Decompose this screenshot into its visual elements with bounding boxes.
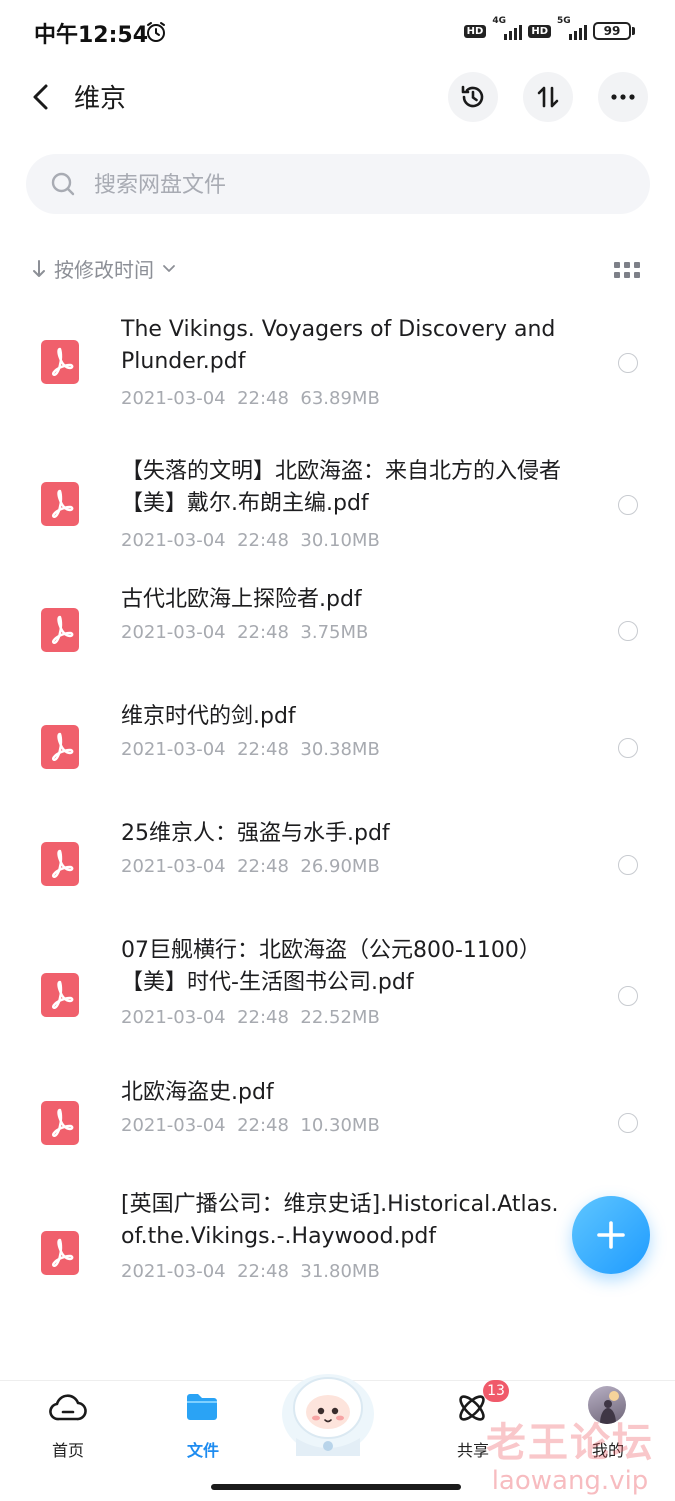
select-radio[interactable]: [618, 986, 638, 1006]
select-radio[interactable]: [618, 353, 638, 373]
signal-5g-icon: 5G: [557, 16, 587, 42]
pdf-file-icon: [41, 842, 79, 886]
select-radio[interactable]: [618, 738, 638, 758]
battery-level: 99: [593, 22, 631, 40]
pdf-file-icon: [41, 1231, 79, 1275]
pdf-file-icon: [41, 340, 79, 384]
more-button[interactable]: [598, 72, 648, 122]
folder-icon: [187, 1394, 217, 1420]
file-name: 【失落的文明】北欧海盗：来自北方的入侵者【美】戴尔.布朗主编.pdf: [121, 459, 562, 516]
file-row[interactable]: 北欧海盗史.pdf 2021-03-04 22:48 10.30MB: [0, 1080, 675, 1185]
nav-files[interactable]: 文件: [153, 1381, 253, 1471]
signal-4g-icon: 4G: [492, 16, 523, 42]
status-time: 中午12:54: [34, 23, 149, 48]
grid-view-toggle[interactable]: [614, 262, 640, 278]
home-indicator[interactable]: [211, 1484, 461, 1490]
battery-icon: 99: [593, 22, 635, 40]
file-name: The Vikings. Voyagers of Discovery and P…: [121, 317, 556, 374]
file-row[interactable]: 25维京人：强盗与水手.pdf 2021-03-04 22:48 26.90MB: [0, 818, 675, 935]
file-row[interactable]: 维京时代的剑.pdf 2021-03-04 22:48 30.38MB: [0, 701, 675, 818]
sort-label: 按修改时间: [54, 258, 154, 282]
watermark-url: laowang.vip: [491, 1466, 649, 1496]
nav-files-label: 文件: [186, 1441, 219, 1460]
search-icon: [51, 172, 75, 196]
file-row[interactable]: 古代北欧海上探险者.pdf 2021-03-04 22:48 3.75MB: [0, 584, 675, 701]
pdf-file-icon: [41, 608, 79, 652]
arrow-down-icon: [33, 259, 45, 277]
file-row[interactable]: 07巨舰横行：北欧海盗（公元800-1100）【美】时代-生活图书公司.pdf …: [0, 935, 675, 1085]
more-dots-icon: [611, 94, 635, 100]
file-name: 07巨舰横行：北欧海盗（公元800-1100）【美】时代-生活图书公司.pdf: [121, 938, 541, 995]
chevron-left-icon: [33, 84, 48, 110]
file-name: 维京时代的剑.pdf: [121, 704, 296, 729]
pdf-file-icon: [41, 482, 79, 526]
watermark-title: 老王论坛: [486, 1420, 654, 1466]
search-bar[interactable]: [26, 154, 650, 214]
status-bar: 中午12:54 HD 4G HD 5G 99: [0, 0, 675, 64]
sort-order-button[interactable]: [523, 72, 573, 122]
file-meta: 2021-03-04 22:48 26.90MB: [121, 856, 380, 877]
share-count-badge: 13: [483, 1380, 509, 1402]
hd-badge: HD: [463, 24, 487, 38]
select-radio[interactable]: [618, 495, 638, 515]
file-meta: 2021-03-04 22:48 3.75MB: [121, 622, 369, 643]
back-button[interactable]: [26, 80, 56, 114]
file-row[interactable]: The Vikings. Voyagers of Discovery and P…: [0, 300, 675, 442]
status-indicators: HD 4G HD 5G 99: [463, 16, 635, 42]
file-meta: 2021-03-04 22:48 22.52MB: [121, 1007, 380, 1028]
file-meta: 2021-03-04 22:48 10.30MB: [121, 1115, 380, 1136]
pdf-file-icon: [41, 973, 79, 1017]
file-meta: 2021-03-04 22:48 31.80MB: [121, 1261, 380, 1282]
file-name: [英国广播公司：维京史话].Historical.Atlas.of.the.Vi…: [121, 1192, 559, 1249]
history-icon: [461, 85, 484, 108]
mascot-astronaut-icon[interactable]: [276, 1368, 380, 1456]
hd-badge-2: HD: [528, 24, 551, 38]
file-row[interactable]: [英国广播公司：维京史话].Historical.Atlas.of.the.Vi…: [0, 1185, 675, 1315]
file-list: The Vikings. Voyagers of Discovery and P…: [0, 300, 675, 1315]
pdf-file-icon: [41, 1101, 79, 1145]
file-name: 古代北欧海上探险者.pdf: [121, 587, 362, 612]
nav-home-label: 首页: [51, 1441, 84, 1460]
file-row[interactable]: 【失落的文明】北欧海盗：来自北方的入侵者【美】戴尔.布朗主编.pdf 2021-…: [0, 442, 675, 584]
pdf-file-icon: [41, 725, 79, 769]
alarm-icon: [147, 22, 165, 42]
watermark: 老王论坛 laowang.vip: [486, 1410, 654, 1496]
plus-icon: [597, 1221, 625, 1249]
file-meta: 2021-03-04 22:48 30.10MB: [121, 530, 380, 551]
chevron-down-icon: [163, 264, 175, 272]
cloud-icon: [49, 1394, 87, 1421]
select-radio[interactable]: [618, 855, 638, 875]
page-title: 维京: [74, 84, 127, 114]
file-meta: 2021-03-04 22:48 30.38MB: [121, 739, 380, 760]
file-name: 北欧海盗史.pdf: [121, 1080, 274, 1105]
file-name: 25维京人：强盗与水手.pdf: [121, 821, 390, 846]
select-radio[interactable]: [618, 1113, 638, 1133]
sort-selector[interactable]: 按修改时间: [32, 254, 176, 283]
file-meta: 2021-03-04 22:48 63.89MB: [121, 388, 380, 409]
history-button[interactable]: [448, 72, 498, 122]
nav-home[interactable]: 首页: [18, 1381, 118, 1471]
sort-arrows-icon: [537, 86, 559, 108]
search-input[interactable]: [92, 166, 616, 204]
select-radio[interactable]: [618, 621, 638, 641]
add-button[interactable]: [572, 1196, 650, 1274]
